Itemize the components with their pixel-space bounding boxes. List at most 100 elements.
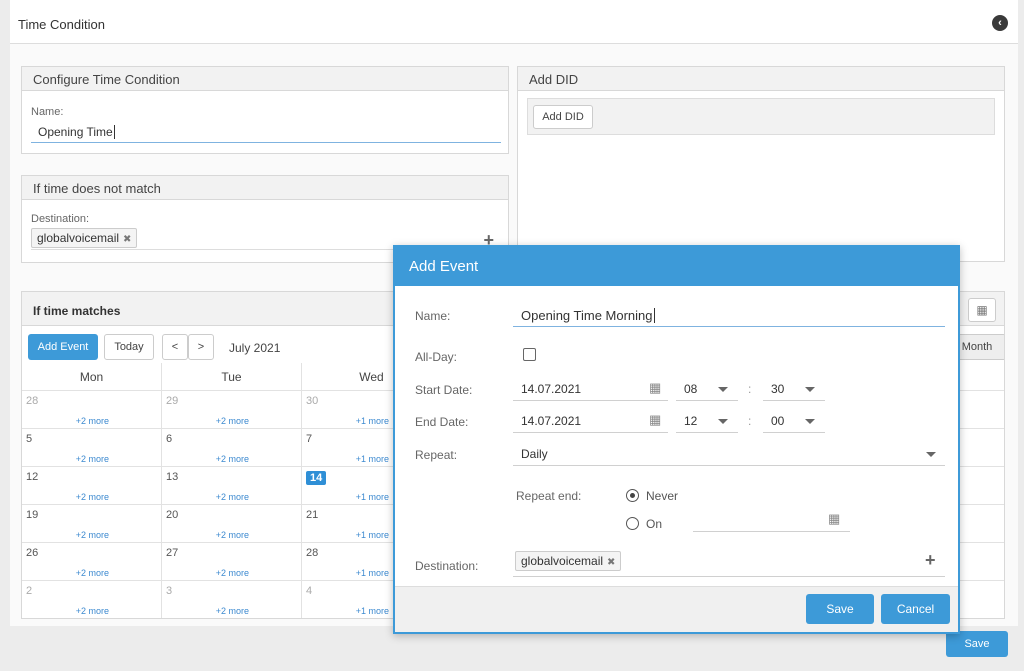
no-match-title: If time does not match	[22, 176, 508, 200]
allday-checkbox[interactable]	[523, 348, 536, 361]
calendar-day-cell[interactable]: 2 +2 more	[22, 581, 162, 618]
on-radio[interactable]	[626, 517, 639, 530]
more-events-link[interactable]: +2 more	[216, 416, 249, 426]
modal-cancel-button[interactable]: Cancel	[881, 594, 950, 624]
more-events-link[interactable]: +2 more	[216, 530, 249, 540]
day-number: 27	[166, 547, 179, 559]
repeat-end-calendar-icon[interactable]: ▦	[828, 511, 840, 527]
start-date-label: Start Date:	[415, 383, 473, 397]
day-number: 2	[26, 585, 33, 597]
repeat-label: Repeat:	[415, 448, 458, 462]
more-events-link[interactable]: +2 more	[216, 606, 249, 616]
modal-title: Add Event	[395, 247, 958, 286]
name-label: Name:	[31, 106, 64, 118]
day-number: 28	[306, 547, 319, 559]
more-events-link[interactable]: +1 more	[356, 492, 389, 502]
calendar-day-cell[interactable]: 27 +2 more	[162, 543, 302, 581]
chevron-down-icon	[926, 452, 936, 457]
event-name-input[interactable]: Opening Time Morning	[513, 303, 945, 327]
more-events-link[interactable]: +1 more	[356, 568, 389, 578]
page-save-button[interactable]: Save	[946, 631, 1008, 657]
more-events-link[interactable]: +2 more	[76, 416, 109, 426]
more-events-link[interactable]: +1 more	[356, 454, 389, 464]
prev-button[interactable]: <	[162, 334, 188, 360]
calendar-day-cell[interactable]: 26 +2 more	[22, 543, 162, 581]
start-minute-value: 30	[771, 382, 785, 396]
top-bar: Time Condition ‹	[10, 0, 1018, 44]
more-events-link[interactable]: +2 more	[76, 568, 109, 578]
day-number: 20	[166, 509, 179, 521]
page-title: Time Condition	[18, 17, 105, 32]
never-label: Never	[646, 489, 679, 503]
remove-tag-icon[interactable]: ✖	[123, 234, 131, 245]
remove-tag-icon[interactable]: ✖	[607, 557, 615, 568]
calendar-day-cell[interactable]: 20 +2 more	[162, 505, 302, 543]
weekday-header: Mon	[22, 363, 162, 391]
more-events-link[interactable]: +2 more	[76, 530, 109, 540]
start-hour-select[interactable]: 08	[676, 377, 738, 401]
start-calendar-icon[interactable]: ▦	[649, 380, 661, 396]
more-events-link[interactable]: +2 more	[76, 492, 109, 502]
add-did-box: Add DID	[527, 98, 995, 135]
end-hour-value: 12	[684, 414, 698, 428]
back-circle-icon[interactable]: ‹	[992, 15, 1008, 31]
calendar-day-cell[interactable]: 12 +2 more	[22, 467, 162, 505]
add-destination-icon[interactable]: +	[925, 550, 936, 571]
tag-label: globalvoicemail	[521, 554, 604, 568]
more-events-link[interactable]: +1 more	[356, 606, 389, 616]
chevron-down-icon	[718, 419, 728, 424]
allday-label: All-Day:	[415, 350, 458, 364]
more-events-link[interactable]: +2 more	[216, 454, 249, 464]
today-button[interactable]: Today	[104, 334, 154, 360]
more-events-link[interactable]: +2 more	[216, 492, 249, 502]
start-date-input[interactable]: 14.07.2021	[513, 377, 668, 401]
end-date-input[interactable]: 14.07.2021	[513, 409, 668, 433]
never-radio[interactable]	[626, 489, 639, 502]
start-minute-select[interactable]: 30	[763, 377, 825, 401]
event-destination-field[interactable]: globalvoicemail ✖	[513, 550, 945, 577]
repeat-select[interactable]: Daily	[513, 442, 945, 466]
configure-title: Configure Time Condition	[22, 67, 508, 91]
calendar-day-cell[interactable]: 28 +2 more	[22, 391, 162, 429]
calendar-day-cell[interactable]: 29 +2 more	[162, 391, 302, 429]
calendar-day-cell[interactable]: 5 +2 more	[22, 429, 162, 467]
day-number: 30	[306, 395, 319, 407]
repeat-value: Daily	[521, 447, 548, 461]
more-events-link[interactable]: +2 more	[76, 606, 109, 616]
next-button[interactable]: >	[188, 334, 214, 360]
end-calendar-icon[interactable]: ▦	[649, 412, 661, 428]
start-time-separator: :	[748, 382, 752, 396]
day-number: 29	[166, 395, 179, 407]
end-minute-select[interactable]: 00	[763, 409, 825, 433]
calendar-day-cell[interactable]: 19 +2 more	[22, 505, 162, 543]
modal-save-button[interactable]: Save	[806, 594, 874, 624]
more-events-link[interactable]: +1 more	[356, 416, 389, 426]
day-number: 5	[26, 433, 33, 445]
add-event-modal: Add Event Name: Opening Time Morning All…	[393, 245, 960, 634]
event-destination-tag[interactable]: globalvoicemail ✖	[515, 551, 622, 571]
on-label: On	[646, 517, 663, 531]
calendar-day-cell[interactable]: 13 +2 more	[162, 467, 302, 505]
tag-label: globalvoicemail	[37, 231, 120, 245]
calendar-day-cell[interactable]: 6 +2 more	[162, 429, 302, 467]
day-number: 28	[26, 395, 39, 407]
weekday-header: Tue	[162, 363, 302, 391]
more-events-link[interactable]: +2 more	[76, 454, 109, 464]
more-events-link[interactable]: +2 more	[216, 568, 249, 578]
repeat-end-date-input[interactable]	[693, 508, 850, 532]
configure-panel: Configure Time Condition Name: Opening T…	[21, 66, 509, 154]
grid-icon[interactable]: ▦	[968, 298, 996, 322]
period-label: July 2021	[229, 341, 281, 355]
add-did-button[interactable]: Add DID	[533, 105, 593, 129]
name-input[interactable]: Opening Time	[31, 123, 501, 143]
day-number: 4	[306, 585, 313, 597]
add-did-title: Add DID	[518, 67, 1004, 91]
day-number: 19	[26, 509, 39, 521]
end-hour-select[interactable]: 12	[676, 409, 738, 433]
event-name-label: Name:	[415, 309, 451, 323]
more-events-link[interactable]: +1 more	[356, 530, 389, 540]
repeat-end-label: Repeat end:	[516, 489, 582, 503]
no-match-destination-tag[interactable]: globalvoicemail ✖	[31, 228, 138, 248]
calendar-day-cell[interactable]: 3 +2 more	[162, 581, 302, 618]
add-event-button[interactable]: Add Event	[28, 334, 98, 360]
